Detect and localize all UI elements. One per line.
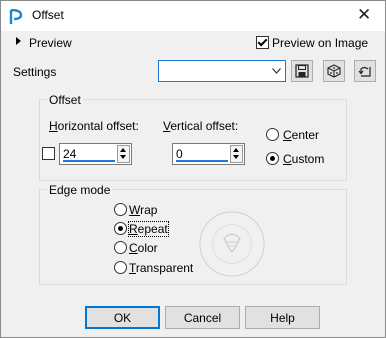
wrap-radio[interactable] — [114, 203, 127, 216]
offset-dialog: Offset ✕ Preview Preview on Image Settin… — [0, 0, 386, 338]
reset-button[interactable] — [354, 60, 376, 82]
repeat-radio-label[interactable]: Repeat — [128, 221, 169, 237]
save-preset-icon — [295, 64, 309, 78]
cancel-button[interactable]: Cancel — [165, 306, 240, 329]
settings-label: Settings — [13, 65, 57, 79]
horizontal-offset-input[interactable]: 24 — [59, 143, 132, 165]
randomize-button[interactable] — [323, 60, 345, 82]
expand-triangle-icon[interactable] — [16, 37, 21, 45]
horizontal-offset-spinner[interactable] — [117, 145, 130, 163]
link-offsets-checkbox[interactable] — [42, 147, 55, 160]
color-radio-label[interactable]: Color — [129, 241, 158, 255]
reset-icon — [358, 66, 371, 77]
offset-group-title: Offset — [47, 93, 83, 107]
custom-radio[interactable] — [266, 152, 279, 165]
input-focus-bar — [176, 160, 228, 162]
custom-radio-label[interactable]: Custom — [283, 152, 324, 166]
settings-preset-dropdown[interactable] — [158, 60, 286, 82]
spin-down-icon[interactable] — [120, 155, 126, 159]
vertical-offset-spinner[interactable] — [230, 145, 243, 163]
vertical-offset-input[interactable]: 0 — [172, 143, 245, 165]
edge-mode-group-title: Edge mode — [47, 183, 113, 197]
vertical-offset-label: Vertical offset: — [163, 119, 239, 133]
watermark-stamp — [199, 211, 265, 277]
spin-up-icon[interactable] — [233, 148, 239, 152]
app-icon — [9, 9, 23, 24]
transparent-radio[interactable] — [114, 261, 127, 274]
color-radio[interactable] — [114, 241, 127, 254]
window-title: Offset — [32, 8, 64, 22]
help-button[interactable]: Help — [245, 306, 320, 329]
input-focus-bar — [63, 160, 115, 162]
horizontal-offset-label: Horizontal offset: — [49, 119, 139, 133]
transparent-radio-label[interactable]: Transparent — [129, 261, 193, 275]
center-radio-label[interactable]: Center — [283, 128, 319, 142]
spin-down-icon[interactable] — [233, 155, 239, 159]
title-bar[interactable]: Offset ✕ — [1, 1, 385, 31]
close-icon[interactable]: ✕ — [357, 5, 371, 25]
spin-up-icon[interactable] — [120, 148, 126, 152]
preview-toggle-label[interactable]: Preview — [29, 36, 72, 50]
wrap-radio-label[interactable]: Wrap — [129, 203, 157, 217]
repeat-radio[interactable] — [114, 222, 127, 235]
ok-button[interactable]: OK — [85, 306, 160, 329]
preview-on-image-checkbox[interactable] — [256, 36, 269, 49]
preview-on-image-label[interactable]: Preview on Image — [272, 36, 368, 50]
dropdown-arrow-icon[interactable] — [268, 61, 285, 81]
save-preset-button[interactable] — [291, 60, 313, 82]
center-radio[interactable] — [266, 128, 279, 141]
randomize-icon — [327, 64, 341, 78]
